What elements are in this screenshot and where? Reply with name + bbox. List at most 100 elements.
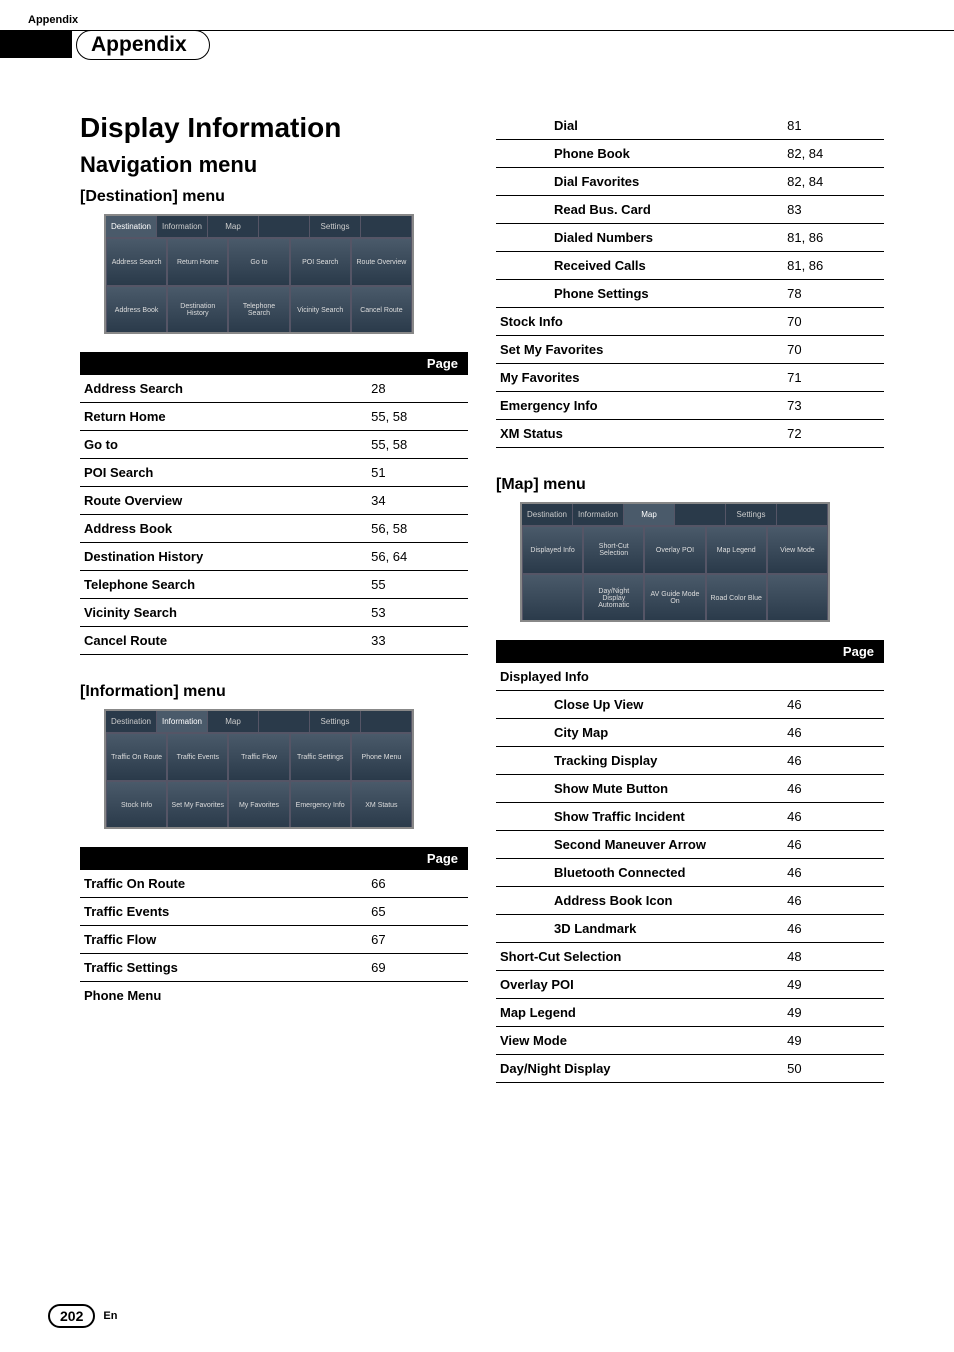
index-entry-label: Dial — [496, 112, 783, 140]
index-entry-page: 81 — [783, 112, 884, 140]
screenshot-cell — [522, 574, 583, 622]
index-entry-page: 51 — [367, 459, 468, 487]
map-menu-screenshot: DestinationInformationMapSettings Displa… — [520, 502, 830, 622]
map-menu-heading: [Map] menu — [496, 476, 884, 494]
right-column: Dial81Phone Book82, 84Dial Favorites82, … — [496, 112, 884, 1083]
index-entry-page: 78 — [783, 280, 884, 308]
index-entry-page: 69 — [367, 954, 468, 982]
index-entry-label: Destination History — [80, 543, 367, 571]
index-entry-label: City Map — [496, 719, 783, 747]
screenshot-cell: Traffic Flow — [228, 733, 289, 781]
index-entry-page: 55 — [367, 571, 468, 599]
destination-menu-screenshot: DestinationInformationMapSettings Addres… — [104, 214, 414, 334]
index-entry-label: Tracking Display — [496, 747, 783, 775]
index-entry-label: My Favorites — [496, 364, 783, 392]
navigation-menu-heading: Navigation menu — [80, 152, 468, 178]
index-entry-label: Go to — [80, 431, 367, 459]
screenshot-cell: Traffic Events — [167, 733, 228, 781]
table-row: Phone Menu — [80, 982, 468, 1010]
index-entry-page: 55, 58 — [367, 403, 468, 431]
table-row: XM Status72 — [496, 420, 884, 448]
screenshot-cell: Emergency Info — [290, 781, 351, 829]
index-entry-page: 48 — [783, 943, 884, 971]
table-row: Phone Settings78 — [496, 280, 884, 308]
index-entry-label: Return Home — [80, 403, 367, 431]
index-entry-label: Short-Cut Selection — [496, 943, 783, 971]
index-entry-page: 33 — [367, 627, 468, 655]
table-row: View Mode49 — [496, 1027, 884, 1055]
table-row: Second Maneuver Arrow46 — [496, 831, 884, 859]
screenshot-tab: Map — [624, 504, 675, 525]
screenshot-tab — [259, 216, 310, 237]
table-row: Go to55, 58 — [80, 431, 468, 459]
information-menu-screenshot: DestinationInformationMapSettings Traffi… — [104, 709, 414, 829]
index-entry-page: 72 — [783, 420, 884, 448]
index-entry-page: 73 — [783, 392, 884, 420]
screenshot-cell: POI Search — [290, 238, 351, 286]
index-entry-label: Day/Night Display — [496, 1055, 783, 1083]
table-row: Short-Cut Selection48 — [496, 943, 884, 971]
table-row: Show Mute Button46 — [496, 775, 884, 803]
index-entry-label: Vicinity Search — [80, 599, 367, 627]
screenshot-cell: View Mode — [767, 526, 828, 574]
table-row: Read Bus. Card83 — [496, 196, 884, 224]
screenshot-cell: Traffic Settings — [290, 733, 351, 781]
table-row: Return Home55, 58 — [80, 403, 468, 431]
screenshot-tab — [361, 711, 412, 732]
index-entry-page — [783, 663, 884, 691]
index-entry-page: 46 — [783, 915, 884, 943]
index-entry-label: Map Legend — [496, 999, 783, 1027]
screenshot-cell: Go to — [228, 238, 289, 286]
index-entry-page — [367, 982, 468, 1010]
index-entry-label: Second Maneuver Arrow — [496, 831, 783, 859]
index-entry-label: Bluetooth Connected — [496, 859, 783, 887]
screenshot-tab: Destination — [106, 711, 157, 732]
index-entry-page: 81, 86 — [783, 224, 884, 252]
screenshot-cell: AV Guide Mode On — [644, 574, 705, 622]
index-entry-page: 28 — [367, 375, 468, 403]
index-entry-label: 3D Landmark — [496, 915, 783, 943]
index-entry-label: Emergency Info — [496, 392, 783, 420]
screenshot-cell: Return Home — [167, 238, 228, 286]
screenshot-cell: Phone Menu — [351, 733, 412, 781]
index-entry-page: 67 — [367, 926, 468, 954]
index-entry-page: 46 — [783, 803, 884, 831]
screenshot-cell: Set My Favorites — [167, 781, 228, 829]
index-entry-label: Telephone Search — [80, 571, 367, 599]
index-entry-page: 83 — [783, 196, 884, 224]
index-entry-label: Close Up View — [496, 691, 783, 719]
screenshot-cell: Destination History — [167, 286, 228, 334]
index-entry-label: Dialed Numbers — [496, 224, 783, 252]
index-entry-page: 82, 84 — [783, 140, 884, 168]
left-column: Display Information Navigation menu [Des… — [80, 112, 468, 1083]
screenshot-cell: Telephone Search — [228, 286, 289, 334]
table-row: Destination History56, 64 — [80, 543, 468, 571]
table-row: 3D Landmark46 — [496, 915, 884, 943]
index-entry-label: Traffic Settings — [80, 954, 367, 982]
screenshot-cell: Short-Cut Selection — [583, 526, 644, 574]
index-entry-page: 81, 86 — [783, 252, 884, 280]
screenshot-tab — [361, 216, 412, 237]
screenshot-cell: Vicinity Search — [290, 286, 351, 334]
table-row: Overlay POI49 — [496, 971, 884, 999]
information-index-table-right: Dial81Phone Book82, 84Dial Favorites82, … — [496, 112, 884, 448]
table-row: Close Up View46 — [496, 691, 884, 719]
index-entry-page: 56, 58 — [367, 515, 468, 543]
index-entry-page: 46 — [783, 747, 884, 775]
table-row: Received Calls81, 86 — [496, 252, 884, 280]
table-row: Bluetooth Connected46 — [496, 859, 884, 887]
screenshot-tab: Information — [157, 216, 208, 237]
screenshot-tab — [777, 504, 828, 525]
index-entry-label: Overlay POI — [496, 971, 783, 999]
section-header: Appendix — [0, 30, 954, 62]
index-entry-page: 46 — [783, 887, 884, 915]
table-row: Phone Book82, 84 — [496, 140, 884, 168]
index-entry-page: 34 — [367, 487, 468, 515]
table-row: Map Legend49 — [496, 999, 884, 1027]
screenshot-tab: Map — [208, 216, 259, 237]
index-entry-label: Show Mute Button — [496, 775, 783, 803]
index-entry-label: Received Calls — [496, 252, 783, 280]
index-entry-label: Stock Info — [496, 308, 783, 336]
page-lang-label: En — [103, 1310, 117, 1322]
screenshot-tab: Map — [208, 711, 259, 732]
